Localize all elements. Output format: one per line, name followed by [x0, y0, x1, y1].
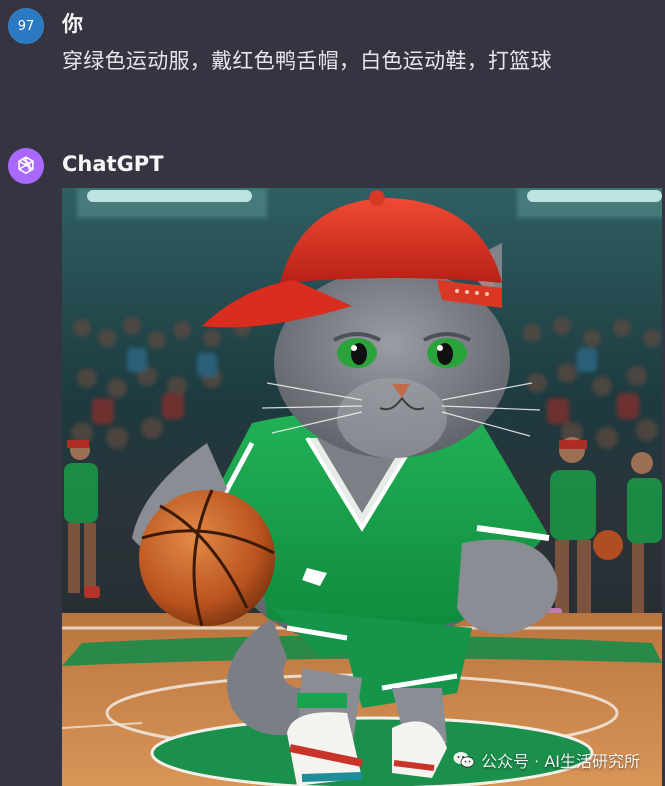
- generated-image[interactable]: 公众号 · AI生活研究所: [62, 188, 662, 786]
- basketball-cat-illustration: [62, 188, 662, 786]
- openai-logo-icon: [18, 156, 34, 174]
- assistant-message: ChatGPT 公众号 · AI生活研究所: [0, 140, 665, 786]
- user-avatar-text: 97: [17, 18, 35, 34]
- watermark: 公众号 · AI生活研究所: [453, 748, 640, 772]
- watermark-text: 公众号 · AI生活研究所: [481, 752, 640, 771]
- user-message: 97 你 穿绿色运动服，戴红色鸭舌帽，白色运动鞋，打篮球: [0, 0, 665, 100]
- user-avatar[interactable]: 97: [8, 8, 44, 44]
- user-message-text: 穿绿色运动服，戴红色鸭舌帽，白色运动鞋，打篮球: [62, 49, 552, 73]
- assistant-author-name: ChatGPT: [62, 152, 164, 176]
- chatgpt-avatar: [8, 148, 44, 184]
- wechat-icon: [453, 752, 475, 768]
- user-author-name: 你: [62, 12, 83, 36]
